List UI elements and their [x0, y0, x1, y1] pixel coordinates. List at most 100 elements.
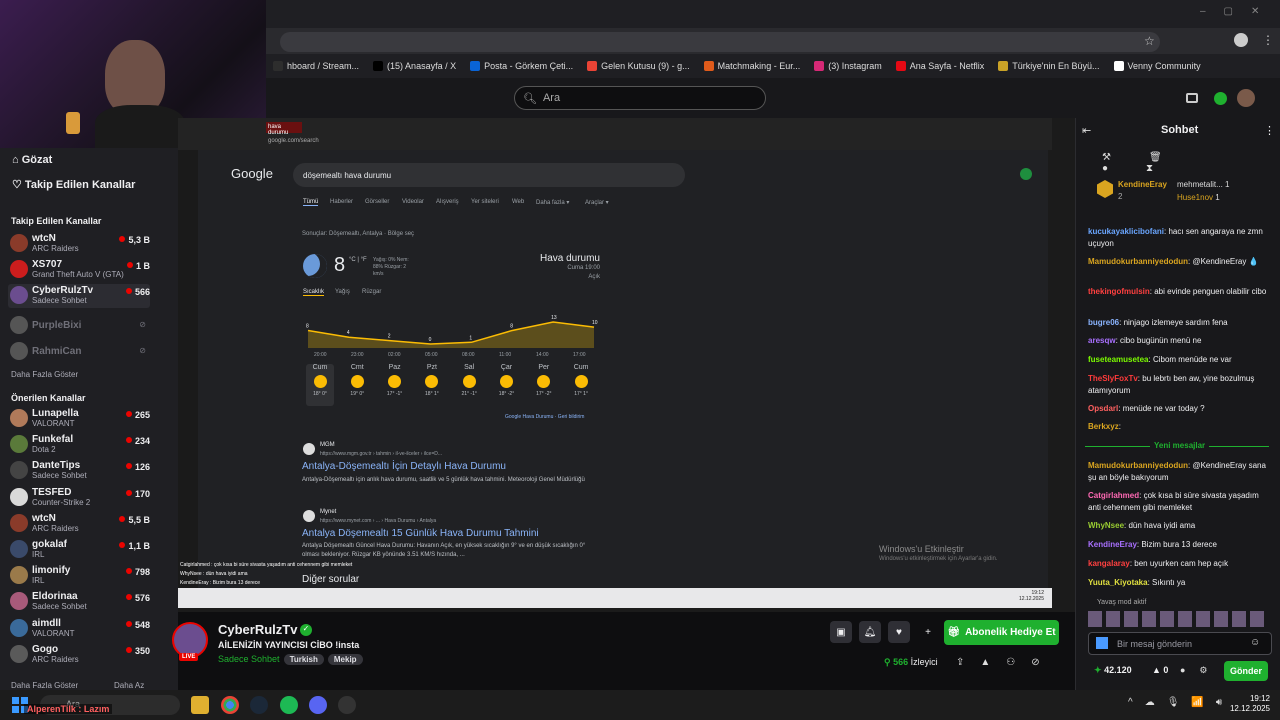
tag-0[interactable]: Turkish	[283, 654, 324, 665]
user-avatar[interactable]	[1237, 89, 1255, 107]
sidebar-channel-wtcn[interactable]: wtcN ARC Raiders 5,3 B	[8, 232, 150, 256]
send-button[interactable]: Gönder	[1224, 661, 1268, 681]
bookmark-item[interactable]: Türkiye'nin En Büyü...	[991, 61, 1106, 71]
sidebar-recommended-channel[interactable]: limonify IRL 798	[8, 564, 150, 588]
collapse-chat-icon[interactable]: ⇤	[1082, 124, 1091, 137]
chat-tool-icons[interactable]: ⚒🗑︎●⧗	[1102, 152, 1280, 174]
sidebar-recommended-channel[interactable]: Lunapella VALORANT 265	[8, 407, 150, 431]
emote-row[interactable]	[1088, 611, 1268, 627]
weather-day: Per 17° -2°	[530, 364, 558, 406]
google-tab: Videolar	[402, 199, 424, 205]
bookmark-item[interactable]: Gelen Kutusu (9) - g...	[580, 61, 697, 71]
top-gifter-name[interactable]: KendineEray	[1118, 180, 1167, 189]
gift-sub-button[interactable]: 🎁︎ Abonelik Hediye Et	[944, 620, 1059, 645]
stream-category[interactable]: Sadece Sohbet Turkish Mekip	[218, 654, 363, 665]
chat-username[interactable]: Opsdarl	[1088, 404, 1118, 413]
twitch-top-nav	[266, 78, 1280, 118]
sidebar-channel-cyberrulztv[interactable]: CyberRulzTv Sadece Sohbet 566	[8, 284, 150, 308]
steam-icon[interactable]	[250, 696, 268, 714]
star-icon[interactable]: ☆	[1144, 34, 1155, 48]
chat-username[interactable]: thekingofmulsin	[1088, 287, 1150, 296]
chat-username[interactable]: bugre06	[1088, 318, 1119, 327]
chat-username[interactable]: TheSlyFoxTv	[1088, 374, 1138, 383]
sidebar-recommended-channel[interactable]: TESFED Counter-Strike 2 170	[8, 486, 150, 510]
sidebar-recommended-channel[interactable]: Gogo ARC Raiders 350	[8, 643, 150, 667]
chat-message: Opsdarl: menüde ne var today ?	[1088, 403, 1272, 415]
clip-button[interactable]: ▣	[830, 621, 852, 643]
show-less-link[interactable]: Daha Az	[114, 681, 144, 690]
sidebar-recommended-channel[interactable]: Eldorinaa Sadece Sohbet 576	[8, 590, 150, 614]
sidebar-offline-channel[interactable]: RahmiCan ⊘	[8, 340, 150, 364]
chat-settings-icons[interactable]: ●⚙	[1180, 665, 1222, 676]
menu-kebab-icon[interactable]: ⋮	[1262, 33, 1274, 47]
channel-action-icons[interactable]: ⇪▲⚇⊘	[956, 657, 1056, 668]
chat-username[interactable]: kangalaray	[1088, 559, 1130, 568]
chat-username[interactable]: WhyNsee	[1088, 521, 1124, 530]
bookmark-item[interactable]: Venny Community	[1107, 61, 1208, 71]
sidebar-channel-xs707[interactable]: XS707 Grand Theft Auto V (GTA) 1 B	[8, 258, 150, 282]
show-more-link-2[interactable]: Daha Fazla Göster	[11, 681, 78, 690]
search-input[interactable]: 🔍︎ Ara	[514, 86, 766, 110]
following-link[interactable]: ♡ Takip Edilen Kanallar	[12, 178, 135, 191]
address-field[interactable]	[280, 32, 1160, 52]
sidebar-recommended-channel[interactable]: DanteTips Sadece Sohbet 126	[8, 459, 150, 483]
chat-username[interactable]: Yuuta_Kiyotaka	[1088, 578, 1148, 587]
sidebar-offline-channel[interactable]: PurpleBixi ⊘	[8, 314, 150, 338]
bookmark-item[interactable]: Matchmaking - Eur...	[697, 61, 808, 71]
chat-badge-icon[interactable]	[1096, 637, 1108, 649]
chat-menu-icon[interactable]: ⋮	[1264, 124, 1275, 137]
bookmark-item[interactable]: Ana Sayfa - Netflix	[889, 61, 992, 71]
prime-icon[interactable]	[1186, 93, 1198, 103]
app-icon[interactable]	[338, 696, 356, 714]
chat-username[interactable]: kucukayaklicibofani	[1088, 227, 1164, 236]
notifications-icon[interactable]	[1214, 92, 1227, 105]
chat-username[interactable]: Catgirlahmed	[1088, 491, 1139, 500]
spotify-icon[interactable]	[280, 696, 298, 714]
channel-game: VALORANT	[32, 419, 75, 428]
show-more-link[interactable]: Daha Fazla Göster	[11, 370, 78, 379]
day-name: Cum	[573, 364, 589, 371]
bell-icon[interactable]: 🔔︎	[859, 621, 881, 643]
bookmark-item[interactable]: (15) Anasayfa / X	[366, 61, 463, 71]
chat-username[interactable]: aresqw	[1088, 336, 1116, 345]
chat-username[interactable]: Mamudokurbanniyedodun	[1088, 461, 1188, 470]
channel-points[interactable]: ✦ 42.120	[1094, 665, 1132, 676]
chat-username[interactable]: KendineEray	[1088, 540, 1137, 549]
channel-game: Sadece Sohbet	[32, 602, 87, 612]
chat-username[interactable]: Berkxyz	[1088, 422, 1119, 431]
viewer-count: 576	[126, 593, 150, 603]
chrome-icon[interactable]	[221, 696, 239, 714]
chat-username[interactable]: fuseteamusetea	[1088, 355, 1148, 364]
channel-name[interactable]: CyberRulzTv	[218, 622, 297, 637]
inner-url: google.com/search	[268, 138, 319, 144]
window-controls[interactable]: –▢✕	[1200, 6, 1277, 17]
bookmark-favicon-icon	[895, 61, 906, 71]
mynet-favicon	[303, 510, 315, 522]
chat-input[interactable]: Bir mesaj gönderin	[1088, 632, 1272, 655]
heart-icon[interactable]: ♥	[888, 621, 910, 643]
taskbar-clock[interactable]: 19:12 12.12.2025	[1226, 694, 1270, 714]
bookmark-item[interactable]: (3) Instagram	[807, 61, 889, 71]
emote-picker-icon[interactable]: ☺	[1250, 637, 1260, 648]
channel-game: IRL	[32, 550, 45, 559]
bits-count[interactable]: ▲ 0	[1152, 665, 1168, 675]
weather-day: Sal 21° -1°	[455, 364, 483, 406]
bookmark-item[interactable]: hboard / Stream...	[266, 61, 366, 71]
sidebar-recommended-channel[interactable]: Funkefal Dota 2 234	[8, 433, 150, 457]
system-tray-icons[interactable]: ^☁🎙︎📶🔊︎	[1128, 697, 1234, 708]
discord-icon[interactable]	[309, 696, 327, 714]
sidebar-recommended-channel[interactable]: gokalaf IRL 1,1 B	[8, 538, 150, 562]
tag-1[interactable]: Mekip	[327, 654, 363, 665]
chat-username[interactable]: Mamudokurbanniyedodun	[1088, 257, 1188, 266]
file-explorer-icon[interactable]	[191, 696, 209, 714]
bookmark-item[interactable]: Posta - Görkem Çeti...	[463, 61, 580, 71]
sidebar-recommended-channel[interactable]: wtcN ARC Raiders 5,5 B	[8, 512, 150, 536]
sun-icon	[313, 375, 327, 388]
chat-message: KendineEray: Bizim bura 13 derece	[1088, 539, 1272, 551]
profile-icon[interactable]	[1234, 33, 1248, 47]
browse-link[interactable]: ⌂ Gözat	[12, 154, 52, 166]
google-tab: Alışveriş	[436, 199, 459, 205]
plus-icon[interactable]: +	[917, 621, 939, 643]
viewer-count: 1 B	[127, 261, 150, 271]
sidebar-recommended-channel[interactable]: aimdll VALORANT 548	[8, 617, 150, 641]
